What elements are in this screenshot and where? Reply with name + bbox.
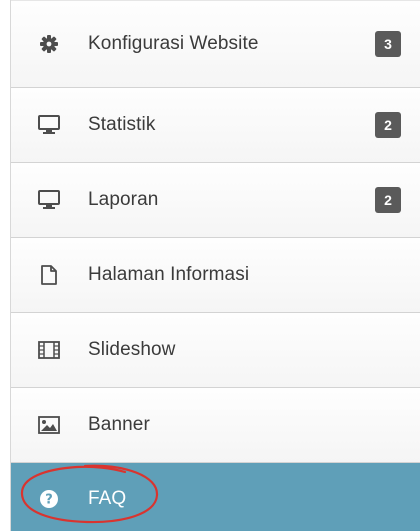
sidebar-item-halaman-informasi[interactable]: Halaman Informasi (11, 238, 420, 313)
sidebar-item-label: Statistik (88, 114, 156, 135)
sidebar-item-label: Banner (88, 414, 150, 435)
sidebar-item-konfigurasi-website[interactable]: Konfigurasi Website 3 (11, 0, 420, 88)
sidebar-item-laporan[interactable]: Laporan 2 (11, 163, 420, 238)
sidebar-item-label: Konfigurasi Website (88, 33, 259, 54)
sidebar-item-statistik[interactable]: Statistik 2 (11, 88, 420, 163)
sidebar-item-label: Halaman Informasi (88, 264, 250, 285)
question-circle-icon: ? (38, 488, 60, 510)
admin-sidebar-page: Konfigurasi Website 3 Statistik 2 Lapora… (0, 0, 420, 531)
sidebar-menu: Konfigurasi Website 3 Statistik 2 Lapora… (10, 0, 420, 531)
image-icon (38, 414, 60, 436)
svg-text:?: ? (45, 493, 53, 508)
count-badge: 2 (375, 112, 401, 138)
gear-icon (38, 33, 60, 55)
sidebar-item-banner[interactable]: Banner (11, 388, 420, 463)
document-icon (38, 264, 60, 286)
count-badge: 2 (375, 187, 401, 213)
monitor-icon (38, 189, 60, 211)
count-badge: 3 (375, 31, 401, 57)
sidebar-item-label: Laporan (88, 189, 159, 210)
sidebar-item-label: Slideshow (88, 339, 176, 360)
monitor-icon (38, 114, 60, 136)
sidebar-item-slideshow[interactable]: Slideshow (11, 313, 420, 388)
sidebar-item-faq[interactable]: ? FAQ (11, 463, 420, 531)
film-icon (38, 339, 60, 361)
sidebar-item-label: FAQ (88, 488, 127, 509)
